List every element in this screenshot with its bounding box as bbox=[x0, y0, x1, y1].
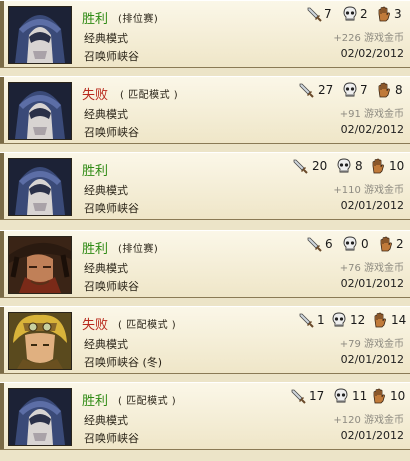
hand-icon bbox=[376, 82, 392, 98]
champion-portrait bbox=[8, 312, 72, 370]
skull-icon bbox=[336, 158, 352, 174]
sword-icon bbox=[292, 158, 308, 174]
match-date: 02/01/2012 bbox=[340, 353, 404, 366]
gold-earned: +91 游戏金币 bbox=[339, 109, 404, 120]
queue-type: ( 匹配模式 ) bbox=[120, 90, 179, 101]
gold-earned: +79 游戏金币 bbox=[339, 339, 404, 350]
map-name: 召唤师峡谷 (冬) bbox=[84, 356, 163, 369]
kills-count: 27 bbox=[318, 83, 334, 97]
skull-icon bbox=[342, 6, 358, 22]
match-result: 胜利 bbox=[82, 12, 109, 27]
champion-portrait bbox=[8, 6, 72, 64]
match-result: 胜利 bbox=[82, 394, 109, 409]
skull-icon bbox=[342, 82, 358, 98]
assists-count: 8 bbox=[395, 83, 403, 97]
kills-count: 6 bbox=[325, 237, 333, 251]
map-name: 召唤师峡谷 bbox=[84, 126, 139, 139]
hand-icon bbox=[371, 388, 387, 404]
champion-portrait bbox=[8, 236, 72, 294]
deaths-count: 0 bbox=[361, 237, 369, 251]
champion-portrait bbox=[8, 82, 72, 140]
deaths-count: 8 bbox=[355, 159, 363, 173]
deaths-count: 12 bbox=[350, 313, 366, 327]
skull-icon bbox=[342, 236, 358, 252]
hand-icon bbox=[370, 158, 386, 174]
match-result: 失败 bbox=[82, 318, 109, 333]
gold-earned: +226 游戏金币 bbox=[333, 33, 404, 44]
map-name: 召唤师峡谷 bbox=[84, 50, 139, 63]
match-result: 胜利 bbox=[82, 242, 109, 257]
deaths-count: 11 bbox=[352, 389, 368, 403]
hand-icon bbox=[372, 312, 388, 328]
game-mode: 经典模式 bbox=[84, 414, 128, 427]
match-row[interactable]: 胜利 ( 匹配模式 ) 经典模式 召唤师峡谷 17 11 10 +120 游戏金… bbox=[0, 382, 410, 450]
game-mode: 经典模式 bbox=[84, 108, 128, 121]
game-mode: 经典模式 bbox=[84, 262, 128, 275]
map-name: 召唤师峡谷 bbox=[84, 202, 139, 215]
game-mode: 经典模式 bbox=[84, 184, 128, 197]
queue-type: ( 匹配模式 ) bbox=[118, 396, 177, 407]
sword-icon bbox=[306, 236, 322, 252]
assists-count: 3 bbox=[394, 7, 402, 21]
skull-icon bbox=[331, 312, 347, 328]
match-history-list: 胜利 (排位赛) 经典模式 召唤师峡谷 7 2 3 +226 游戏金币 02/0… bbox=[0, 0, 410, 461]
game-mode: 经典模式 bbox=[84, 32, 128, 45]
map-name: 召唤师峡谷 bbox=[84, 432, 139, 445]
assists-count: 10 bbox=[389, 159, 405, 173]
game-mode: 经典模式 bbox=[84, 338, 128, 351]
deaths-count: 7 bbox=[360, 83, 368, 97]
champion-portrait bbox=[8, 158, 72, 216]
hand-icon bbox=[378, 236, 394, 252]
hooded-assassin-icon bbox=[9, 7, 71, 63]
match-date: 02/02/2012 bbox=[340, 47, 404, 60]
goggled-gunner-icon bbox=[9, 313, 71, 369]
match-result: 胜利 bbox=[82, 164, 109, 179]
kills-count: 20 bbox=[312, 159, 328, 173]
champion-portrait bbox=[8, 388, 72, 446]
skull-icon bbox=[333, 388, 349, 404]
kills-count: 7 bbox=[324, 7, 332, 21]
queue-type: ( 匹配模式 ) bbox=[118, 320, 177, 331]
assists-count: 10 bbox=[390, 389, 406, 403]
hand-icon bbox=[376, 6, 392, 22]
match-row[interactable]: 失败 ( 匹配模式 ) 经典模式 召唤师峡谷 27 7 8 +91 游戏金币 0… bbox=[0, 76, 410, 144]
kills-count: 1 bbox=[317, 313, 325, 327]
hooded-assassin-icon bbox=[9, 389, 71, 445]
match-date: 02/01/2012 bbox=[340, 277, 404, 290]
sword-icon bbox=[298, 82, 314, 98]
gold-earned: +110 游戏金币 bbox=[333, 185, 404, 196]
match-row[interactable]: 胜利 (排位赛) 经典模式 召唤师峡谷 7 2 3 +226 游戏金币 02/0… bbox=[0, 0, 410, 68]
queue-type: (排位赛) bbox=[118, 14, 159, 25]
gold-earned: +120 游戏金币 bbox=[333, 415, 404, 426]
deaths-count: 2 bbox=[360, 7, 368, 21]
match-date: 02/01/2012 bbox=[340, 199, 404, 212]
match-date: 02/02/2012 bbox=[340, 123, 404, 136]
match-result: 失败 bbox=[82, 88, 109, 103]
queue-type: (排位赛) bbox=[118, 244, 159, 255]
sword-icon bbox=[306, 6, 322, 22]
hooded-assassin-icon bbox=[9, 159, 71, 215]
match-row[interactable]: 失败 ( 匹配模式 ) 经典模式 召唤师峡谷 (冬) 1 12 14 +79 游… bbox=[0, 306, 410, 374]
assists-count: 14 bbox=[391, 313, 407, 327]
hooded-assassin-icon bbox=[9, 83, 71, 139]
sword-icon bbox=[298, 312, 314, 328]
kills-count: 17 bbox=[309, 389, 325, 403]
match-date: 02/01/2012 bbox=[340, 429, 404, 442]
sword-icon bbox=[290, 388, 306, 404]
assists-count: 2 bbox=[396, 237, 404, 251]
gold-earned: +76 游戏金币 bbox=[339, 263, 404, 274]
match-row[interactable]: 胜利 经典模式 召唤师峡谷 20 8 10 +110 游戏金币 02/01/20… bbox=[0, 152, 410, 220]
pirate-captain-icon bbox=[9, 237, 71, 293]
match-row[interactable]: 胜利 (排位赛) 经典模式 召唤师峡谷 6 0 2 +76 游戏金币 02/01… bbox=[0, 230, 410, 298]
map-name: 召唤师峡谷 bbox=[84, 280, 139, 293]
